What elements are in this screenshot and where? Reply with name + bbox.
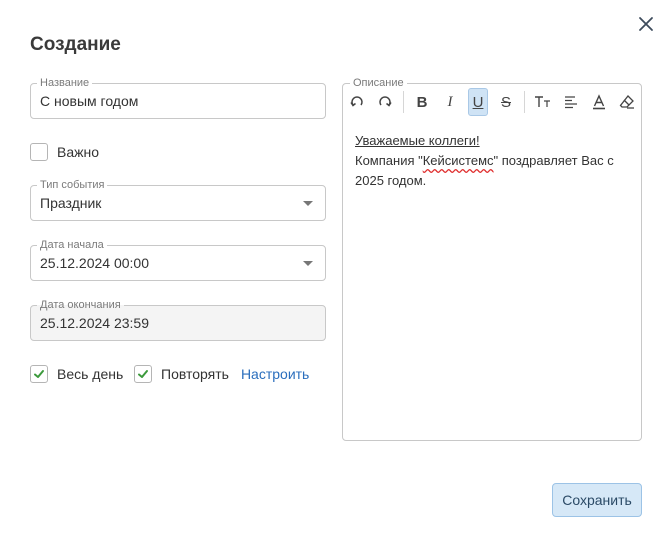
align-left-button[interactable] — [561, 88, 581, 116]
undo-button[interactable] — [347, 88, 367, 116]
repeat-checkbox[interactable] — [134, 365, 152, 383]
text-color-button[interactable] — [589, 88, 609, 116]
toolbar-divider — [403, 91, 404, 113]
italic-icon: I — [447, 93, 453, 110]
save-button[interactable]: Сохранить — [552, 483, 642, 517]
strikethrough-icon: S — [500, 93, 511, 111]
name-field[interactable]: Название — [30, 76, 326, 119]
dialog-title: Создание — [30, 34, 121, 55]
all-day-label: Весь день — [57, 366, 124, 382]
bold-button[interactable]: B — [412, 88, 432, 116]
spellcheck-word: Кейсистемс — [422, 153, 494, 168]
chevron-down-icon[interactable] — [303, 201, 313, 206]
checkmark-icon — [34, 370, 44, 378]
event-type-select[interactable]: Тип события Праздник — [30, 178, 326, 221]
text-size-icon — [535, 96, 550, 107]
text-color-icon — [593, 94, 605, 110]
configure-link[interactable]: Настроить — [241, 366, 309, 382]
underline-button[interactable]: U — [468, 88, 488, 116]
underline-icon: U — [472, 93, 484, 111]
redo-icon — [379, 96, 392, 107]
create-dialog: Создание Название Важно Тип события Праз… — [0, 0, 671, 546]
text-size-button[interactable] — [533, 88, 553, 116]
repeat-label: Повторять — [161, 366, 229, 382]
description-content[interactable]: Уважаемые коллеги! Компания "Кейсистемс"… — [355, 131, 630, 191]
align-left-icon — [565, 96, 577, 109]
name-input[interactable] — [40, 84, 310, 118]
close-button[interactable] — [634, 12, 658, 36]
body-text-start: Компания " — [355, 153, 423, 168]
undo-icon — [350, 96, 363, 107]
end-date-value: 25.12.2024 23:59 — [40, 315, 149, 331]
bold-icon: B — [416, 93, 428, 111]
clear-format-button[interactable] — [617, 88, 637, 116]
clear-format-icon — [619, 95, 634, 109]
all-day-checkbox[interactable] — [30, 365, 48, 383]
editor-toolbar: B I U S — [343, 88, 641, 118]
chevron-down-icon[interactable] — [303, 261, 313, 266]
start-date-select[interactable]: Дата начала 25.12.2024 00:00 — [30, 238, 326, 281]
description-line-greeting: Уважаемые коллеги! — [355, 133, 480, 148]
strikethrough-button[interactable]: S — [496, 88, 516, 116]
event-type-value: Праздник — [40, 195, 102, 211]
close-icon — [639, 17, 653, 31]
italic-button[interactable]: I — [440, 88, 460, 116]
all-day-row: Весь день — [30, 365, 123, 383]
description-line-body: Компания "Кейсистемс" поздравляет Вас с … — [355, 151, 630, 191]
start-date-value: 25.12.2024 00:00 — [40, 255, 149, 271]
redo-button[interactable] — [375, 88, 395, 116]
important-label: Важно — [57, 144, 100, 160]
toolbar-divider — [524, 91, 525, 113]
important-row: Важно — [30, 143, 99, 161]
repeat-row: Повторять Настроить — [134, 365, 309, 383]
checkmark-icon — [138, 370, 148, 378]
end-date-field: Дата окончания 25.12.2024 23:59 — [30, 298, 326, 341]
important-checkbox[interactable] — [30, 143, 48, 161]
